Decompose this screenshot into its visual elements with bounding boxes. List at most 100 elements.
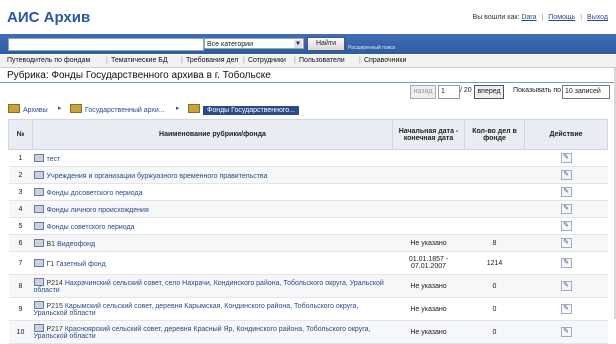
chevron-down-icon[interactable]: ▼ bbox=[294, 40, 302, 48]
col-header-count: Кол-во дел в фонде bbox=[464, 119, 525, 150]
row-action: ✎ bbox=[524, 149, 608, 167]
edit-icon[interactable]: ✎ bbox=[560, 153, 572, 163]
folder-icon bbox=[70, 104, 82, 113]
edit-icon[interactable]: ✎ bbox=[560, 221, 572, 231]
page-title: Рубрика: Фонды Государственного архива в… bbox=[7, 70, 271, 81]
fund-link[interactable]: Фонды советского периода bbox=[47, 224, 135, 231]
col-header-dates: Начальная дата - конечная дата bbox=[392, 119, 465, 150]
nav-item-thematic-db[interactable]: Тематические БД bbox=[111, 57, 168, 64]
breadcrumb-item[interactable]: Архивы bbox=[8, 104, 48, 114]
row-name-cell: Р215 Карымский сельский совет, деревня Ка… bbox=[32, 297, 393, 321]
fund-link[interactable]: Красноярский сельский совет, деревня Кра… bbox=[34, 326, 371, 340]
breadcrumb-link-state-archive[interactable]: Государственный архи... bbox=[85, 107, 165, 114]
table-row: 7 Г1 Газетный фонд 01.01.1857 - 07.01.2007 1… bbox=[8, 251, 608, 275]
nav-item-users[interactable]: Пользователи bbox=[299, 57, 345, 64]
row-count: 0 bbox=[464, 274, 525, 298]
divider: | bbox=[181, 57, 183, 64]
prev-page-button[interactable]: назад bbox=[410, 85, 436, 99]
search-input[interactable] bbox=[8, 38, 204, 51]
fund-link[interactable]: Видеофонд bbox=[57, 241, 95, 248]
table-row: 4 Фонды личного происхождения ✎ bbox=[8, 200, 608, 218]
row-count bbox=[464, 200, 525, 218]
divider: | bbox=[580, 14, 583, 21]
row-number: 1 bbox=[8, 149, 33, 167]
per-page-select[interactable]: 10 записей bbox=[562, 85, 610, 99]
row-action: ✎ bbox=[524, 234, 608, 252]
edit-icon[interactable]: ✎ bbox=[560, 327, 572, 337]
search-button[interactable]: Найти bbox=[307, 37, 345, 51]
row-number: 9 bbox=[8, 297, 33, 321]
advanced-search-link[interactable]: Расширенный поиск bbox=[348, 45, 395, 51]
table-row: 9 Р215 Карымский сельский совет, деревня К… bbox=[8, 297, 608, 321]
main-nav: Путеводитель по фондам | Тематические БД… bbox=[0, 55, 616, 68]
table-header-row: № Наименование рубрики/фонда Начальная д… bbox=[8, 119, 608, 150]
fund-link[interactable]: Фонды личного происхождения bbox=[47, 207, 149, 214]
table-row: 6 В1 Видеофонд Не указано 8 ✎ bbox=[8, 234, 608, 252]
col-header-action: Действие bbox=[524, 119, 608, 150]
row-dates bbox=[392, 217, 465, 235]
edit-icon[interactable]: ✎ bbox=[560, 258, 572, 268]
fund-code: Р214 bbox=[46, 280, 63, 287]
fund-icon bbox=[33, 153, 44, 162]
row-name-cell: Фонды советского периода bbox=[32, 217, 393, 235]
edit-icon[interactable]: ✎ bbox=[560, 187, 572, 197]
breadcrumb-item: Фонды Государственного... bbox=[188, 104, 299, 115]
breadcrumb-link-archives[interactable]: Архивы bbox=[23, 107, 48, 114]
row-number: 10 bbox=[8, 320, 33, 344]
folder-icon bbox=[8, 104, 20, 113]
divider: | bbox=[541, 14, 544, 21]
page-number-input[interactable]: 1 bbox=[438, 85, 460, 99]
header: АИС Архив Вы вошли как: Dara | Помощь | … bbox=[0, 0, 616, 34]
nav-item-staff[interactable]: Сотрудники bbox=[248, 57, 286, 64]
fund-link[interactable]: Учреждения и организации буржуазного вре… bbox=[47, 173, 268, 180]
fund-link[interactable]: Газетный фонд bbox=[56, 261, 106, 268]
nav-item-guide[interactable]: Путеводитель по фондам bbox=[7, 57, 90, 64]
fund-link[interactable]: Карымский сельский совет, деревня Карымс… bbox=[34, 303, 359, 317]
category-select-value: Все категории bbox=[207, 41, 253, 48]
help-link[interactable]: Помощь bbox=[548, 14, 575, 21]
row-dates bbox=[392, 200, 465, 218]
row-number: 6 bbox=[8, 234, 33, 252]
edit-icon[interactable]: ✎ bbox=[560, 238, 572, 248]
logout-link[interactable]: Выход bbox=[587, 14, 608, 21]
edit-icon[interactable]: ✎ bbox=[560, 170, 572, 180]
row-dates bbox=[392, 183, 465, 201]
col-header-name[interactable]: Наименование рубрики/фонда bbox=[32, 119, 393, 150]
row-name-cell: Учреждения и организации буржуазного вре… bbox=[32, 166, 393, 184]
app-title: АИС Архив bbox=[7, 9, 91, 26]
row-count: 0 bbox=[464, 297, 525, 321]
user-name-link[interactable]: Dara bbox=[521, 14, 536, 21]
row-number: 4 bbox=[8, 200, 33, 218]
edit-icon[interactable]: ✎ bbox=[560, 204, 572, 214]
row-dates bbox=[392, 166, 465, 184]
page-total: / 20 bbox=[460, 87, 472, 94]
divider: | bbox=[106, 57, 108, 64]
row-action: ✎ bbox=[524, 183, 608, 201]
fund-icon bbox=[33, 258, 44, 267]
fund-link[interactable]: Фонды досоветского периода bbox=[47, 190, 143, 197]
row-action: ✎ bbox=[524, 320, 608, 344]
row-action: ✎ bbox=[524, 200, 608, 218]
next-page-button[interactable]: вперед bbox=[474, 85, 504, 99]
divider: | bbox=[243, 57, 245, 64]
table-row: 10 Р217 Красноярский сельский совет, дерев… bbox=[8, 320, 608, 344]
col-header-number: № bbox=[8, 119, 33, 150]
row-action: ✎ bbox=[524, 274, 608, 298]
fund-link[interactable]: тест bbox=[47, 156, 61, 163]
breadcrumb-item[interactable]: Государственный архи... bbox=[70, 104, 165, 114]
divider: | bbox=[294, 57, 296, 64]
row-count: 0 bbox=[464, 320, 525, 344]
row-count bbox=[464, 149, 525, 167]
funds-table: № Наименование рубрики/фонда Начальная д… bbox=[8, 119, 608, 344]
edit-icon[interactable]: ✎ bbox=[560, 281, 572, 291]
edit-icon[interactable]: ✎ bbox=[560, 304, 572, 314]
per-page-label: Показывать по bbox=[513, 87, 562, 94]
category-select[interactable]: Все категории ▼ bbox=[204, 38, 304, 49]
row-dates: Не указано bbox=[392, 274, 465, 298]
row-name-cell: Г1 Газетный фонд bbox=[32, 251, 393, 275]
nav-item-directories[interactable]: Справочники bbox=[364, 57, 406, 64]
fund-link[interactable]: Нахрачинский сельский совет, село Нахрач… bbox=[34, 280, 384, 294]
nav-item-requests[interactable]: Требования дел bbox=[186, 57, 238, 64]
fund-icon bbox=[33, 238, 44, 247]
row-number: 8 bbox=[8, 274, 33, 298]
